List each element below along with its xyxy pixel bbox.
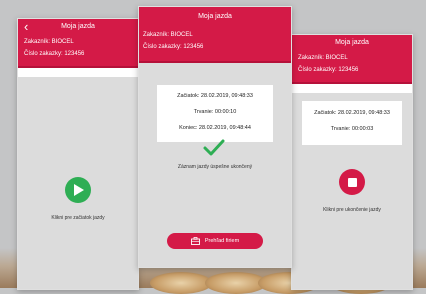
checkmark-icon — [203, 139, 225, 156]
content-area: Klikni pre začiatok jazdy — [18, 77, 138, 289]
order-number-label: Číslo zakazky: 123456 — [143, 44, 204, 50]
start-hint: Klikni pre začiatok jazdy — [51, 215, 105, 221]
app-header: Moja jazda — [139, 7, 291, 27]
trip-info: Zakazník: BIOCEL Číslo zakazky: 123456 — [18, 34, 138, 68]
content-area: Začiatok: 28.02.2019, 09:48:33 Trvanie: … — [292, 93, 412, 289]
customer-label: Zakazník: BIOCEL — [143, 32, 193, 38]
stop-trip-button[interactable] — [339, 169, 365, 195]
phone-screen-start: ‹ Moja jazda Zakazník: BIOCEL Číslo zaka… — [17, 18, 139, 290]
content-area: Začiatok: 28.02.2019, 09:48:33 Trvanie: … — [139, 63, 291, 267]
stop-hint: Klikni pre ukončenie jazdy — [323, 207, 381, 213]
phone-screen-running: Moja jazda Zakazník: BIOCEL Číslo zakazk… — [291, 34, 413, 290]
app-header: ‹ Moja jazda — [18, 19, 138, 34]
trip-info: Zakazník: BIOCEL Číslo zakazky: 123456 — [292, 50, 412, 84]
customer-label: Zakazník: BIOCEL — [24, 39, 74, 45]
duration: Trvanie: 00:00:10 — [193, 109, 237, 115]
company-overview-label: Prehľad firiem — [204, 238, 240, 244]
company-overview-button[interactable]: Prehľad firiem — [167, 233, 263, 249]
order-number-label: Číslo zakazky: 123456 — [298, 67, 359, 73]
customer-label: Zakazník: BIOCEL — [298, 55, 348, 61]
order-number-label: Číslo zakazky: 123456 — [24, 51, 85, 57]
company-overview-icon — [190, 237, 200, 245]
success-message: Záznam jazdy úspešne ukončený — [177, 164, 253, 170]
background-log — [150, 272, 212, 294]
screen-title: Moja jazda — [198, 13, 232, 20]
duration: Trvanie: 00:00:03 — [330, 126, 374, 132]
trip-info: Zakazník: BIOCEL Číslo zakazky: 123456 — [139, 27, 291, 63]
stop-icon — [347, 177, 357, 187]
back-arrow-icon[interactable]: ‹ — [24, 19, 28, 34]
trip-times-card: Začiatok: 28.02.2019, 09:48:33 Trvanie: … — [157, 85, 273, 142]
start-time: Začiatok: 28.02.2019, 09:48:33 — [314, 110, 390, 116]
screen-title: Moja jazda — [335, 39, 369, 46]
app-header: Moja jazda — [292, 35, 412, 50]
play-icon — [74, 184, 84, 196]
phone-screen-finished: Moja jazda Zakazník: BIOCEL Číslo zakazk… — [138, 6, 292, 268]
start-time: Začiatok: 28.02.2019, 09:48:33 — [177, 93, 253, 99]
screen-title: Moja jazda — [61, 23, 95, 30]
trip-times-card: Začiatok: 28.02.2019, 09:48:33 Trvanie: … — [302, 101, 402, 145]
start-trip-button[interactable] — [65, 177, 91, 203]
end-time: Koniec: 28.02.2019, 09:48:44 — [179, 125, 251, 131]
